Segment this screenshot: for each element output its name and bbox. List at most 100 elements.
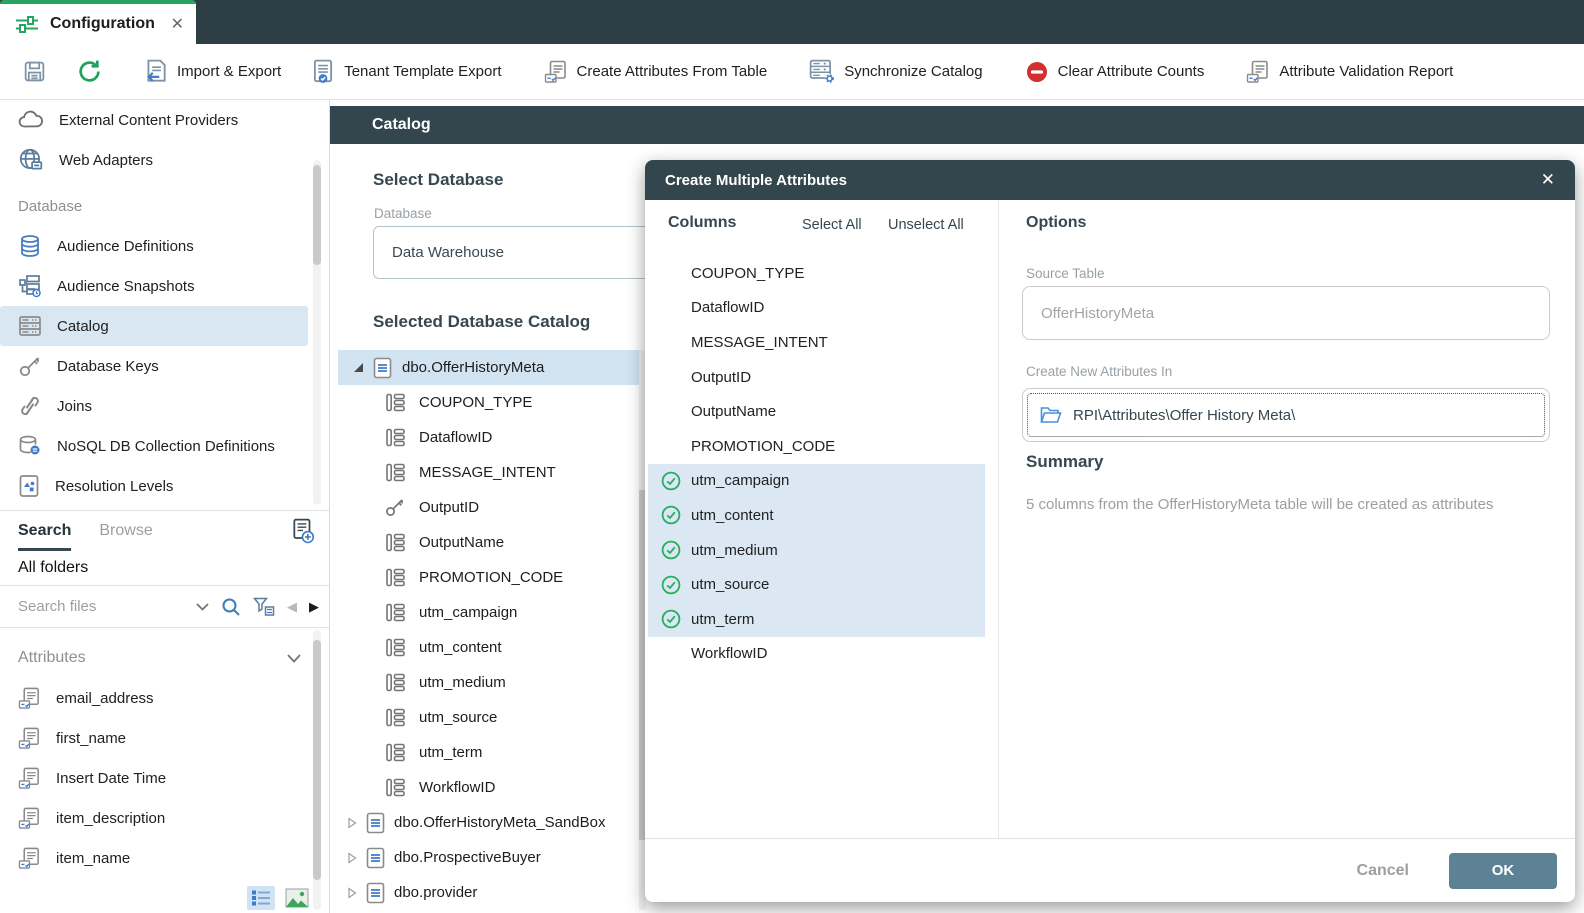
tree-column-row[interactable]: utm_source [330, 700, 646, 735]
previous-arrow-icon[interactable]: ◀ [287, 599, 297, 615]
expander-collapsed-icon[interactable] [347, 887, 357, 899]
sidebar-item-external-content-providers[interactable]: External Content Providers [0, 100, 329, 140]
toolbar-item-create-attributes[interactable]: Create Attributes From Table [544, 60, 768, 84]
tree-table-label: dbo.provider [394, 884, 477, 901]
dialog-column-row-selected[interactable]: utm_content [648, 498, 985, 533]
dialog-column-row-selected[interactable]: utm_term [648, 602, 985, 637]
toolbar-item-tenant-template-export[interactable]: Tenant Template Export [311, 59, 501, 85]
collapse-chevron-icon[interactable] [287, 654, 301, 663]
create-multiple-attributes-dialog: Create Multiple Attributes ✕ Columns Sel… [645, 160, 1575, 902]
folder-picker[interactable]: RPI\Attributes\Offer History Meta\ [1022, 388, 1550, 442]
tree-column-row[interactable]: utm_content [330, 630, 646, 665]
expander-expanded-icon[interactable] [354, 363, 363, 372]
tab-configuration[interactable]: Configuration ✕ [0, 0, 196, 44]
sidebar-item-resolution-levels[interactable]: Resolution Levels [0, 466, 329, 506]
tree-column-row[interactable]: DataflowID [330, 420, 646, 455]
tree-column-row[interactable]: OutputName [330, 525, 646, 560]
filter-icon[interactable] [253, 597, 275, 617]
list-view-button[interactable] [247, 886, 275, 910]
sidebar-item-joins[interactable]: Joins [0, 386, 329, 426]
toolbar-item-label: Synchronize Catalog [844, 63, 982, 80]
tree-column-row[interactable]: PROMOTION_CODE [330, 560, 646, 595]
tree-column-row[interactable]: COUPON_TYPE [330, 385, 646, 420]
dialog-footer: Cancel OK [645, 838, 1575, 902]
add-document-icon[interactable] [291, 518, 315, 544]
search-input[interactable] [18, 598, 184, 615]
sidebar-item-web-adapters[interactable]: Web Adapters [0, 140, 329, 180]
tree-key-column-row[interactable]: OutputID [330, 490, 646, 525]
toolbar-item-label: Tenant Template Export [344, 63, 501, 80]
sidebar-scrollbar[interactable] [313, 160, 321, 505]
dialog-column-row[interactable]: DataflowID [648, 291, 985, 326]
refresh-button[interactable] [77, 59, 102, 84]
tree-column-row[interactable]: WorkflowID [330, 770, 646, 805]
tree-table-row[interactable]: dbo.ProspectiveBuyer [330, 840, 646, 875]
tab-browse[interactable]: Browse [99, 511, 152, 551]
dialog-column-row-selected[interactable]: utm_campaign [648, 464, 985, 499]
dialog-column-row[interactable]: OutputID [648, 360, 985, 395]
table-icon [366, 847, 385, 869]
tree-column-row[interactable]: utm_medium [330, 665, 646, 700]
image-view-button[interactable] [283, 886, 311, 910]
attribute-item-insert-date-time[interactable]: Insert Date Time [0, 758, 329, 798]
tree-root-row[interactable]: dbo.OfferHistoryMeta [338, 350, 646, 385]
columns-heading: Columns [668, 214, 736, 232]
sidebar-item-nosql-db-collection-definitions[interactable]: NoSQL DB Collection Definitions [0, 426, 329, 466]
attribute-item-first-name[interactable]: first_name [0, 718, 329, 758]
sidebar-item-audience-snapshots[interactable]: Audience Snapshots [0, 266, 329, 306]
column-icon [385, 533, 406, 552]
dialog-column-row[interactable]: OutputName [648, 394, 985, 429]
expander-collapsed-icon[interactable] [347, 852, 357, 864]
tree-column-row[interactable]: utm_campaign [330, 595, 646, 630]
joins-icon [18, 394, 42, 418]
expander-collapsed-icon[interactable] [347, 817, 357, 829]
toolbar-item-import-export[interactable]: Import & Export [144, 59, 281, 85]
source-table-input[interactable] [1022, 286, 1550, 340]
tree-table-row[interactable]: dbo.OfferHistoryMeta_SandBox [330, 805, 646, 840]
attribute-label: first_name [56, 730, 126, 747]
tab-close-icon[interactable]: ✕ [171, 14, 184, 34]
toolbar-item-synchronize-catalog[interactable]: Synchronize Catalog [809, 59, 982, 84]
attribute-label: Insert Date Time [56, 770, 166, 787]
save-button[interactable] [22, 59, 47, 84]
attributes-scrollbar[interactable] [313, 630, 321, 910]
attribute-item-item-description[interactable]: item_description [0, 798, 329, 838]
toolbar-item-attribute-validation-report[interactable]: Attribute Validation Report [1246, 60, 1453, 84]
column-icon [385, 603, 406, 622]
catalog-panel-header: Catalog [330, 106, 1584, 144]
tree-table-row[interactable]: dbo.provider [330, 875, 646, 910]
sidebar-item-database-keys[interactable]: Database Keys [0, 346, 329, 386]
select-all-button[interactable]: Select All [802, 217, 862, 233]
dialog-column-row-selected[interactable]: utm_source [648, 567, 985, 602]
dialog-close-icon[interactable]: ✕ [1541, 170, 1555, 190]
import-export-icon [144, 59, 168, 85]
unselect-all-button[interactable]: Unselect All [888, 217, 964, 233]
column-label: utm_source [691, 576, 769, 593]
toolbar-item-clear-attribute-counts[interactable]: Clear Attribute Counts [1025, 60, 1205, 84]
sliders-icon [16, 16, 38, 33]
dialog-column-row[interactable]: WorkflowID [648, 637, 985, 672]
sidebar-item-audience-definitions[interactable]: Audience Definitions [0, 226, 329, 266]
attribute-item-email-address[interactable]: email_address [0, 678, 329, 718]
tab-search[interactable]: Search [18, 511, 71, 551]
sidebar-item-catalog[interactable]: Catalog [0, 306, 308, 346]
tree-column-row[interactable]: utm_term [330, 735, 646, 770]
attributes-header-label: Attributes [18, 649, 86, 667]
dialog-column-row[interactable]: PROMOTION_CODE [648, 429, 985, 464]
cancel-button[interactable]: Cancel [1357, 862, 1409, 880]
attribute-icon [18, 727, 41, 750]
summary-text: 5 columns from the OfferHistoryMeta tabl… [1026, 496, 1493, 513]
chevron-down-icon[interactable] [196, 603, 209, 611]
tree-column-row[interactable]: MESSAGE_INTENT [330, 455, 646, 490]
sidebar-item-label: Web Adapters [59, 152, 153, 169]
tree-column-label: OutputID [419, 499, 479, 516]
dialog-column-row[interactable]: COUPON_TYPE [648, 256, 985, 291]
dialog-column-row[interactable]: MESSAGE_INTENT [648, 325, 985, 360]
tree-column-label: OutputName [419, 534, 504, 551]
search-icon[interactable] [221, 597, 241, 617]
ok-button[interactable]: OK [1449, 853, 1557, 889]
next-arrow-icon[interactable]: ▶ [309, 599, 319, 615]
attribute-item-item-name[interactable]: item_name [0, 838, 329, 878]
dialog-column-row-selected[interactable]: utm_medium [648, 533, 985, 568]
template-export-icon [311, 59, 335, 85]
